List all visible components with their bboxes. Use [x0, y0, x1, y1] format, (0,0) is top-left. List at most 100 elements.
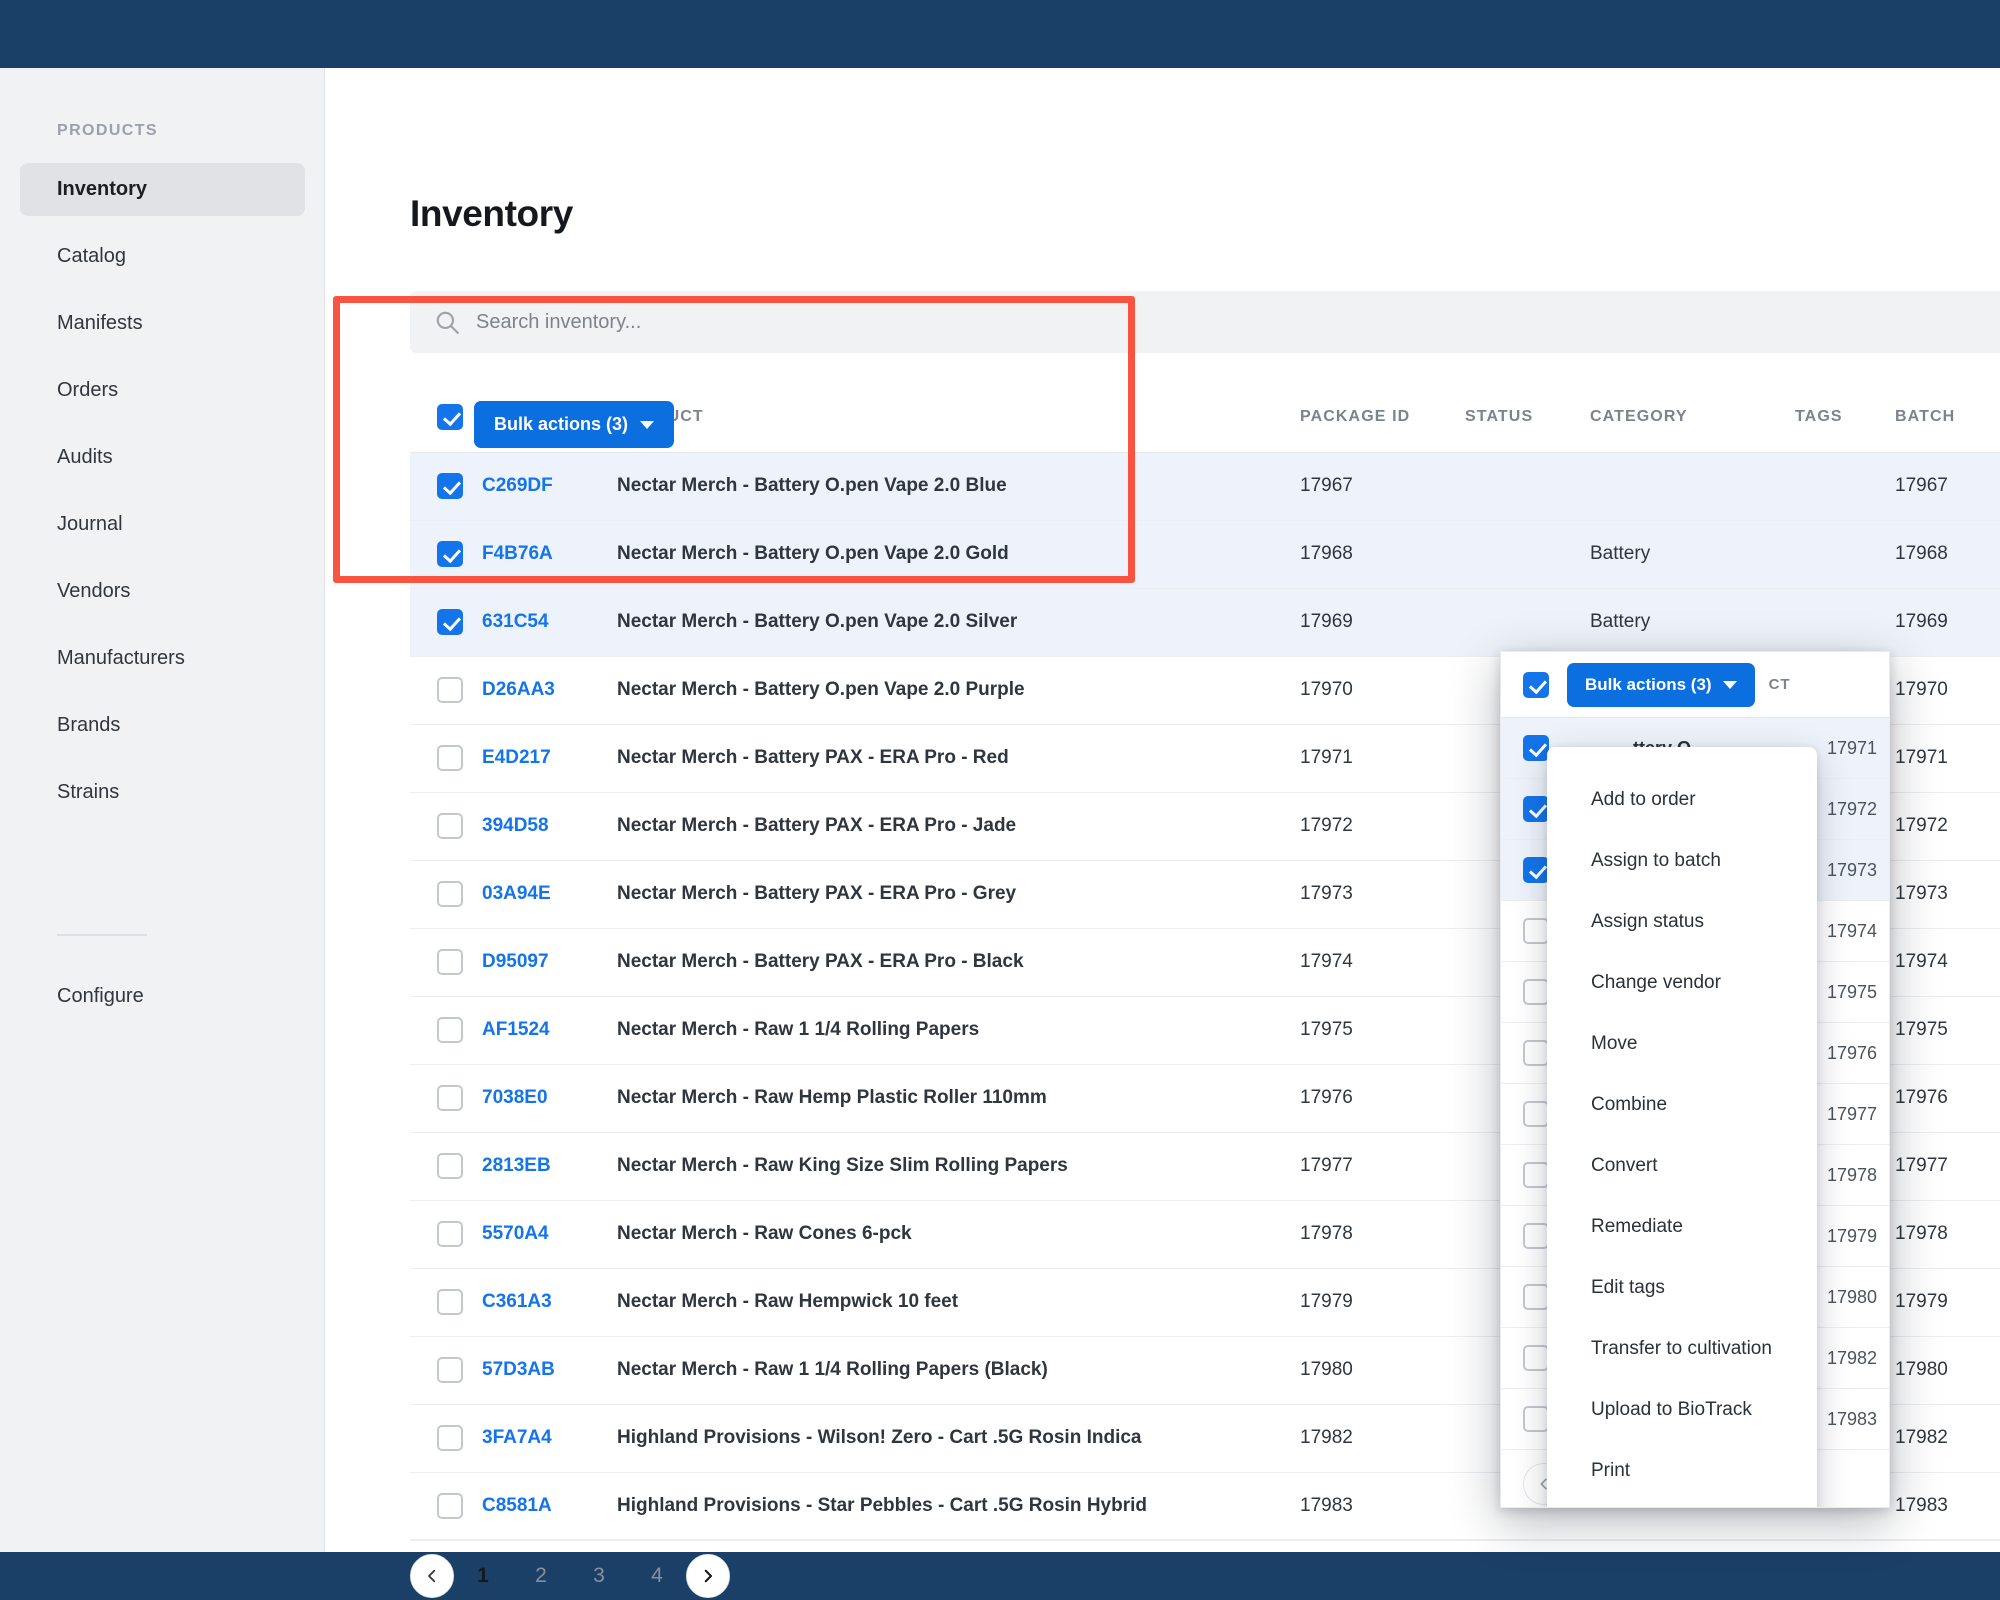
row-id-cell[interactable]: F4B76A [482, 520, 617, 588]
row-id-cell[interactable]: E4D217 [482, 724, 617, 792]
row-id-cell[interactable]: 5570A4 [482, 1200, 617, 1268]
pagination-page-3[interactable]: 3 [570, 1564, 628, 1588]
row-checkbox[interactable] [437, 1153, 463, 1179]
row-id-cell[interactable]: AF1524 [482, 996, 617, 1064]
search-input[interactable]: Search inventory... [410, 291, 2000, 353]
menu-item-remediate[interactable]: Remediate [1547, 1196, 1817, 1257]
table-row[interactable]: 631C54 Nectar Merch - Battery O.pen Vape… [410, 588, 2000, 656]
row-checkbox[interactable] [437, 609, 463, 635]
select-all-header[interactable] [410, 382, 482, 452]
sidebar-item-audits[interactable]: Audits [20, 431, 305, 484]
row-select-cell[interactable] [410, 1404, 482, 1472]
row-id-link[interactable]: F4B76A [482, 543, 553, 564]
row-checkbox[interactable] [437, 473, 463, 499]
row-id-link[interactable]: C361A3 [482, 1291, 552, 1312]
row-select-cell[interactable] [410, 1200, 482, 1268]
sidebar-item-orders[interactable]: Orders [20, 364, 305, 417]
column-header-tags[interactable]: TAGS [1795, 382, 1895, 452]
column-header-status[interactable]: STATUS [1465, 382, 1590, 452]
row-select-cell[interactable] [410, 1336, 482, 1404]
row-id-cell[interactable]: C361A3 [482, 1268, 617, 1336]
row-select-cell[interactable] [410, 860, 482, 928]
row-id-link[interactable]: D95097 [482, 951, 549, 972]
row-id-cell[interactable]: C269DF [482, 452, 617, 520]
row-checkbox[interactable] [437, 1289, 463, 1315]
row-id-cell[interactable]: 631C54 [482, 588, 617, 656]
overlay-row-checkbox[interactable] [1523, 1345, 1549, 1371]
row-id-link[interactable]: D26AA3 [482, 679, 555, 700]
row-id-cell[interactable]: 394D58 [482, 792, 617, 860]
pagination-page-2[interactable]: 2 [512, 1564, 570, 1588]
row-select-cell[interactable] [410, 1132, 482, 1200]
row-id-link[interactable]: 631C54 [482, 611, 549, 632]
menu-item-transfer-to-cultivation[interactable]: Transfer to cultivation [1547, 1318, 1817, 1379]
sidebar-item-catalog[interactable]: Catalog [20, 230, 305, 283]
menu-item-combine[interactable]: Combine [1547, 1074, 1817, 1135]
row-select-cell[interactable] [410, 724, 482, 792]
row-id-link[interactable]: E4D217 [482, 747, 551, 768]
row-select-cell[interactable] [410, 1064, 482, 1132]
row-select-cell[interactable] [410, 928, 482, 996]
sidebar-item-manifests[interactable]: Manifests [20, 297, 305, 350]
menu-item-assign-to-batch[interactable]: Assign to batch [1547, 830, 1817, 891]
column-header-package-id[interactable]: PACKAGE ID [1300, 382, 1465, 452]
overlay-row-checkbox[interactable] [1523, 979, 1549, 1005]
row-id-link[interactable]: 2813EB [482, 1155, 551, 1176]
row-id-cell[interactable]: 57D3AB [482, 1336, 617, 1404]
column-header-category[interactable]: CATEGORY [1590, 382, 1795, 452]
row-id-link[interactable]: C269DF [482, 475, 553, 496]
row-id-link[interactable]: AF1524 [482, 1019, 550, 1040]
menu-item-assign-status[interactable]: Assign status [1547, 891, 1817, 952]
pagination-page-1[interactable]: 1 [454, 1564, 512, 1588]
pagination-prev-button[interactable] [410, 1554, 454, 1598]
sidebar-item-configure[interactable]: Configure [57, 985, 144, 1008]
overlay-row-checkbox[interactable] [1523, 918, 1549, 944]
menu-item-edit-tags[interactable]: Edit tags [1547, 1257, 1817, 1318]
row-select-cell[interactable] [410, 1472, 482, 1540]
overlay-row-checkbox[interactable] [1523, 1162, 1549, 1188]
row-checkbox[interactable] [437, 813, 463, 839]
overlay-row-checkbox[interactable] [1523, 1406, 1549, 1432]
row-checkbox[interactable] [437, 1085, 463, 1111]
row-select-cell[interactable] [410, 792, 482, 860]
row-id-cell[interactable]: C8581A [482, 1472, 617, 1540]
overlay-row-checkbox[interactable] [1523, 735, 1549, 761]
row-checkbox[interactable] [437, 881, 463, 907]
row-id-cell[interactable]: 03A94E [482, 860, 617, 928]
overlay-row-checkbox[interactable] [1523, 1040, 1549, 1066]
table-row[interactable]: F4B76A Nectar Merch - Battery O.pen Vape… [410, 520, 2000, 588]
row-checkbox[interactable] [437, 1221, 463, 1247]
row-id-link[interactable]: 03A94E [482, 883, 551, 904]
sidebar-item-manufacturers[interactable]: Manufacturers [20, 632, 305, 685]
overlay-row-checkbox[interactable] [1523, 1101, 1549, 1127]
menu-item-convert[interactable]: Convert [1547, 1135, 1817, 1196]
row-select-cell[interactable] [410, 656, 482, 724]
menu-item-add-to-order[interactable]: Add to order [1547, 769, 1817, 830]
pagination-next-button[interactable] [686, 1554, 730, 1598]
row-select-cell[interactable] [410, 1268, 482, 1336]
menu-item-upload-to-biotrack[interactable]: Upload to BioTrack [1547, 1379, 1817, 1440]
row-id-link[interactable]: 7038E0 [482, 1087, 548, 1108]
row-checkbox[interactable] [437, 1493, 463, 1519]
pagination-page-4[interactable]: 4 [628, 1564, 686, 1588]
menu-item-move[interactable]: Move [1547, 1013, 1817, 1074]
sidebar-item-strains[interactable]: Strains [20, 766, 305, 819]
sidebar-item-vendors[interactable]: Vendors [20, 565, 305, 618]
row-checkbox[interactable] [437, 1017, 463, 1043]
overlay-bulk-actions-button[interactable]: Bulk actions (3) [1567, 663, 1755, 707]
column-header-product[interactable]: PRODUCT [617, 382, 1300, 452]
row-select-cell[interactable] [410, 452, 482, 520]
overlay-select-all-checkbox[interactable] [1523, 672, 1549, 698]
select-all-checkbox[interactable] [437, 404, 463, 430]
overlay-row-checkbox[interactable] [1523, 796, 1549, 822]
row-checkbox[interactable] [437, 949, 463, 975]
overlay-row-checkbox[interactable] [1523, 857, 1549, 883]
row-id-link[interactable]: C8581A [482, 1495, 552, 1516]
row-select-cell[interactable] [410, 520, 482, 588]
row-id-cell[interactable]: 2813EB [482, 1132, 617, 1200]
sidebar-item-journal[interactable]: Journal [20, 498, 305, 551]
row-id-cell[interactable]: 3FA7A4 [482, 1404, 617, 1472]
menu-item-change-vendor[interactable]: Change vendor [1547, 952, 1817, 1013]
row-id-link[interactable]: 3FA7A4 [482, 1427, 552, 1448]
row-checkbox[interactable] [437, 1425, 463, 1451]
